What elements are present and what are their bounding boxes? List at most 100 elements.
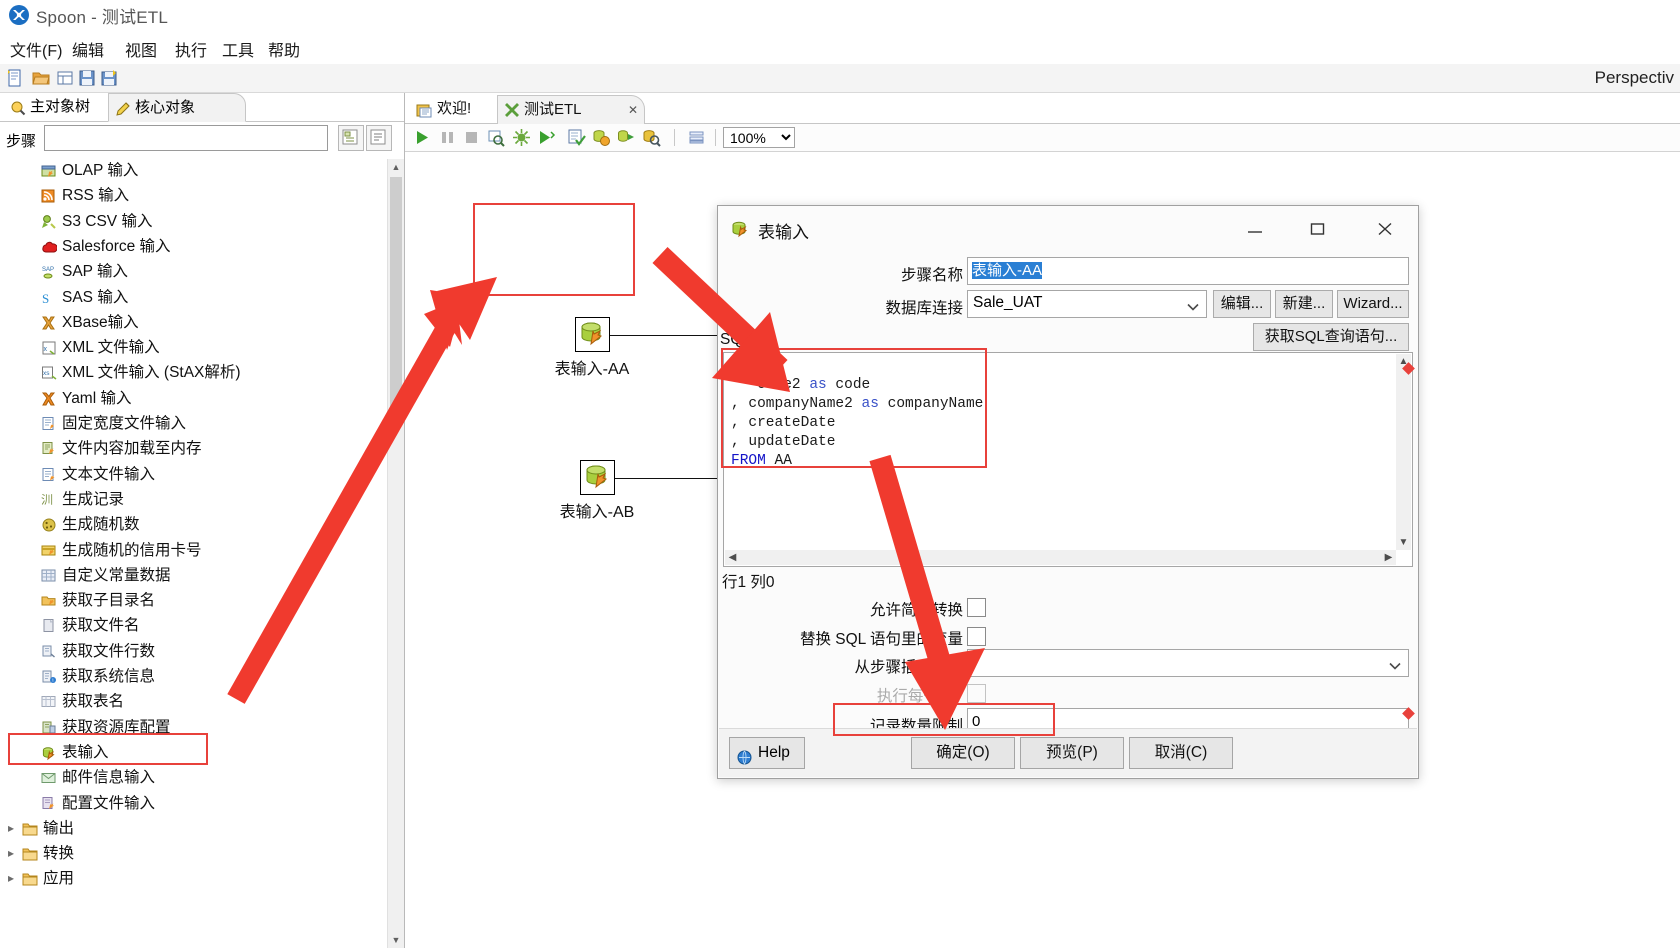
tree-item[interactable]: 生成随机的信用卡号 [0,538,386,563]
tree-item[interactable]: 固定宽度文件输入 [0,411,386,436]
pause-icon[interactable] [438,128,457,147]
scroll-right-arrow[interactable]: ▶ [1381,550,1396,565]
tree-item[interactable]: Yaml 输入 [0,386,386,411]
sql-vertical-scrollbar[interactable]: ▲ ▼ [1396,354,1411,550]
tree-item[interactable]: 文件内容加载至内存 [0,436,386,461]
search-input[interactable] [44,125,328,151]
close-icon[interactable] [1363,210,1407,246]
scroll-up-arrow[interactable]: ▲ [388,159,404,175]
get-sql-statement-button[interactable]: 获取SQL查询语句... [1253,323,1409,351]
maximize-icon[interactable] [1296,210,1340,246]
tree-item[interactable]: 生成随机数 [0,512,386,537]
new-file-icon[interactable] [5,68,25,88]
tree-item[interactable]: SAP SAP 输入 [0,259,386,284]
ok-button[interactable]: 确定(O) [911,737,1015,769]
tree-item-label: 自定义常量数据 [62,566,171,584]
tab-label: 核心对象 [135,99,196,116]
tree-item[interactable]: RSS 输入 [0,183,386,208]
get-table-names-icon [41,693,57,709]
tab-transformation[interactable]: 测试ETL ✕ [497,95,645,124]
olap-input-icon [41,162,57,178]
tree-item[interactable]: ▸ 输出 [0,816,386,841]
minimize-icon[interactable] [1233,210,1277,246]
tree-scrollbar[interactable]: ▲ ▼ [387,159,404,948]
chevron-right-icon[interactable]: ▸ [8,816,18,841]
perspective-label[interactable]: Perspectiv [1595,64,1674,92]
tree-item[interactable]: i 获取系统信息 [0,664,386,689]
sql-horizontal-scrollbar[interactable]: ◀ ▶ [725,550,1396,565]
menu-item-tools[interactable]: 工具 [218,35,258,63]
new-connection-button[interactable]: 新建... [1275,290,1333,318]
run-icon[interactable] [413,128,432,147]
impact-icon[interactable] [592,128,611,147]
scroll-down-arrow[interactable]: ▼ [1396,535,1411,550]
tree-item-label: XML 文件输入 (StAX解析) [62,364,241,382]
zoom-select[interactable]: 100% [723,127,795,148]
step-node-table-input-ab[interactable]: 表输入-AB [557,460,637,522]
tab-core-objects[interactable]: 核心对象 [108,93,246,122]
text-file-input-icon [41,466,57,482]
expand-all-icon[interactable] [366,125,392,151]
scrollbar-thumb[interactable] [390,177,402,407]
debug-icon[interactable] [512,128,531,147]
transformation-toolbar: 100% [405,124,1680,152]
replay-icon[interactable] [537,128,556,147]
show-last-log-icon[interactable] [642,128,661,147]
stop-icon[interactable] [462,128,481,147]
menu-item-view[interactable]: 视图 [121,35,161,63]
menu-item-help[interactable]: 帮助 [264,35,304,63]
replace-variables-label: 替换 SQL 语句里的变量 [799,631,963,648]
save-icon[interactable] [77,68,97,88]
verify-icon[interactable] [567,128,586,147]
tree-item[interactable]: S SAS 输入 [0,285,386,310]
help-button[interactable]: Help [729,737,805,769]
menu-item-run[interactable]: 执行 [171,35,211,63]
collapse-all-icon[interactable] [338,125,364,151]
help-icon [737,746,752,765]
tree-item[interactable]: 获取表名 [0,689,386,714]
preview-icon[interactable] [487,128,506,147]
chevron-right-icon[interactable]: ▸ [8,841,18,866]
replace-variables-checkbox[interactable] [967,627,986,646]
tree-item[interactable]: xs XML 文件输入 (StAX解析) [0,360,386,385]
tree-item[interactable]: XBase输入 [0,310,386,335]
preview-button[interactable]: 预览(P) [1020,737,1124,769]
allow-lazy-conversion-checkbox[interactable] [967,598,986,617]
grid-icon[interactable] [687,128,706,147]
scroll-left-arrow[interactable]: ◀ [725,550,740,565]
tree-item[interactable]: 获取文件名 [0,613,386,638]
edit-connection-button[interactable]: 编辑... [1213,290,1271,318]
tree-item[interactable]: ▸ 应用 [0,866,386,891]
steps-tree[interactable]: OLAP 输入 RSS 输入 S3 CSV 输入 Salesforce 输入 SAP SA… [0,159,404,948]
xml-stax-input-icon: xs [41,364,57,380]
step-node-table-input-aa[interactable]: 表输入-AA [552,317,632,379]
tree-item[interactable]: Salesforce 输入 [0,234,386,259]
close-icon[interactable]: ✕ [628,96,638,124]
tree-item[interactable]: S3 CSV 输入 [0,209,386,234]
xbase-input-icon [41,314,57,330]
cancel-button[interactable]: 取消(C) [1129,737,1233,769]
chevron-right-icon[interactable]: ▸ [8,866,18,891]
tree-item[interactable]: 配置文件输入 [0,791,386,816]
tree-item[interactable]: 获取子目录名 [0,588,386,613]
tree-item[interactable]: x XML 文件输入 [0,335,386,360]
tree-item[interactable]: OLAP 输入 [0,159,386,183]
insert-from-step-combo[interactable] [967,649,1409,677]
object-tree-icon [10,98,26,116]
tree-item[interactable]: ▸ 转换 [0,841,386,866]
step-name-input[interactable]: 表输入-AA [967,257,1409,285]
explore-repository-icon[interactable] [55,68,75,88]
open-file-icon[interactable] [31,68,51,88]
tree-item[interactable]: 汌生成记录 [0,487,386,512]
tree-item[interactable]: 邮件信息输入 [0,765,386,790]
menu-item-file[interactable]: 文件(F) [6,35,66,63]
tree-item[interactable]: 文本文件输入 [0,462,386,487]
menu-item-edit[interactable]: 编辑 [68,35,108,63]
connection-combo[interactable]: Sale_UAT [967,290,1207,318]
sql-icon[interactable] [617,128,636,147]
tree-item[interactable]: 获取文件行数 [0,639,386,664]
scroll-down-arrow[interactable]: ▼ [388,932,404,948]
wizard-connection-button[interactable]: Wizard... [1337,290,1409,318]
save-as-icon[interactable] [99,68,119,88]
tree-item[interactable]: 自定义常量数据 [0,563,386,588]
